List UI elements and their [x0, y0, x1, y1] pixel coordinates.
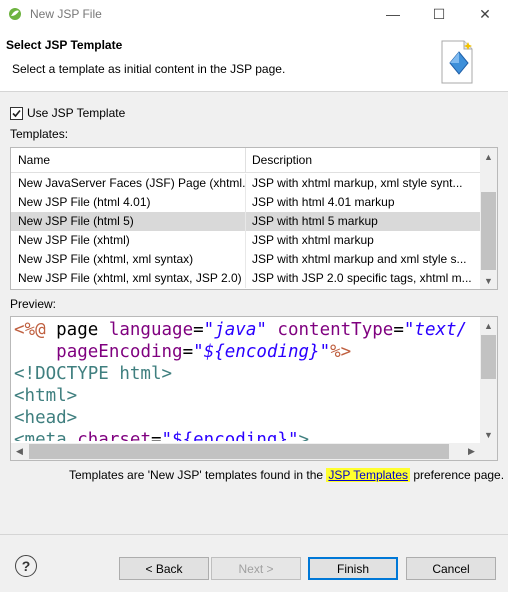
template-name: New JSP File (html 4.01) [11, 193, 246, 212]
cancel-button[interactable]: Cancel [406, 557, 496, 580]
template-name: New JSP File (xhtml, xml syntax) [11, 250, 246, 269]
use-jsp-template-label: Use JSP Template [27, 106, 126, 120]
code-line: <%@ page language="java" contentType="te… [14, 320, 468, 340]
window-title: New JSP File [30, 7, 102, 21]
scrollbar-thumb[interactable] [481, 192, 496, 270]
table-header: Name Description [11, 148, 481, 173]
code-line: <head> [14, 408, 78, 428]
template-description: JSP with xhtml markup, xml style synt... [252, 176, 463, 190]
eclipse-spring-icon [9, 8, 21, 20]
preview-label: Preview: [10, 297, 57, 311]
code-line: <html> [14, 386, 78, 406]
scroll-down-arrow-icon[interactable]: ▼ [480, 426, 497, 443]
code-line: pageEncoding="${encoding}"%> [56, 342, 352, 362]
finish-button[interactable]: Finish [308, 557, 398, 580]
table-row[interactable]: New JSP File (xhtml, xml syntax, JSP 2.0… [11, 269, 481, 288]
template-name: New JSP File (xhtml, xml syntax, JSP 2.0… [11, 269, 246, 288]
scroll-right-arrow-icon[interactable]: ▶ [463, 443, 480, 460]
templates-info-text: Templates are 'New JSP' templates found … [69, 468, 504, 482]
scroll-left-arrow-icon[interactable]: ◀ [11, 443, 28, 460]
minimize-button[interactable]: — [372, 0, 414, 28]
template-name: New JavaServer Faces (JSF) Page (xhtml..… [11, 174, 246, 193]
scrollbar-thumb[interactable] [29, 444, 449, 459]
scroll-up-arrow-icon[interactable]: ▲ [480, 317, 497, 334]
scrollbar-thumb[interactable] [481, 335, 496, 379]
template-description: JSP with html 5 markup [252, 214, 378, 228]
template-description: JSP with xhtml markup and xml style s... [252, 252, 467, 266]
table-row-selected[interactable]: New JSP File (html 5) JSP with html 5 ma… [11, 212, 481, 231]
table-row[interactable]: New JSP File (xhtml, xml syntax) JSP wit… [11, 250, 481, 269]
preview-vertical-scrollbar[interactable]: ▲ ▼ [480, 317, 497, 443]
column-header-description[interactable]: Description [246, 148, 481, 173]
table-row[interactable]: New JSP File (xhtml) JSP with xhtml mark… [11, 231, 481, 250]
window-titlebar: New JSP File — ☐ ✕ [0, 0, 508, 28]
scroll-down-arrow-icon[interactable]: ▼ [480, 272, 497, 289]
wizard-banner: Select JSP Template Select a template as… [0, 28, 508, 92]
checkbox-box[interactable] [10, 106, 23, 120]
template-description: JSP with html 4.01 markup [252, 195, 395, 209]
checkmark-icon [12, 109, 21, 117]
maximize-button[interactable]: ☐ [418, 0, 460, 28]
templates-label: Templates: [10, 127, 69, 141]
templates-vertical-scrollbar[interactable]: ▲ ▼ [480, 148, 497, 289]
next-button[interactable]: Next > [211, 557, 301, 580]
code-line: <meta charset="${encoding}"> [14, 430, 310, 441]
button-bar-separator [0, 534, 508, 535]
preview-code: <%@ page language="java" contentType="te… [14, 319, 480, 441]
scrollbar-corner [480, 443, 497, 460]
help-button[interactable]: ? [15, 555, 37, 577]
preview-horizontal-scrollbar[interactable]: ◀ ▶ [11, 443, 480, 460]
template-name: New JSP File (html 5) [11, 212, 246, 231]
wizard-page-title: Select JSP Template [6, 38, 123, 52]
close-button[interactable]: ✕ [464, 0, 506, 28]
use-jsp-template-checkbox[interactable]: Use JSP Template [10, 106, 125, 120]
info-prefix: Templates are 'New JSP' templates found … [69, 468, 327, 482]
preview-pane[interactable]: <%@ page language="java" contentType="te… [10, 316, 498, 461]
column-header-name[interactable]: Name [11, 148, 246, 173]
jsp-templates-link[interactable]: JSP Templates [326, 468, 410, 482]
new-jsp-file-wizard-icon [441, 40, 473, 84]
code-line: <!DOCTYPE html> [14, 364, 173, 384]
info-suffix: preference page. [410, 468, 505, 482]
template-name: New JSP File (xhtml) [11, 231, 246, 250]
template-description: JSP with JSP 2.0 specific tags, xhtml m.… [252, 271, 472, 285]
wizard-page-description: Select a template as initial content in … [12, 62, 286, 76]
scroll-up-arrow-icon[interactable]: ▲ [480, 148, 497, 165]
help-icon: ? [21, 558, 31, 574]
back-button[interactable]: < Back [119, 557, 209, 580]
template-description: JSP with xhtml markup [252, 233, 374, 247]
table-row[interactable]: New JavaServer Faces (JSF) Page (xhtml..… [11, 174, 481, 193]
table-row[interactable]: New JSP File (html 4.01) JSP with html 4… [11, 193, 481, 212]
templates-table[interactable]: Name Description New JavaServer Faces (J… [10, 147, 498, 290]
